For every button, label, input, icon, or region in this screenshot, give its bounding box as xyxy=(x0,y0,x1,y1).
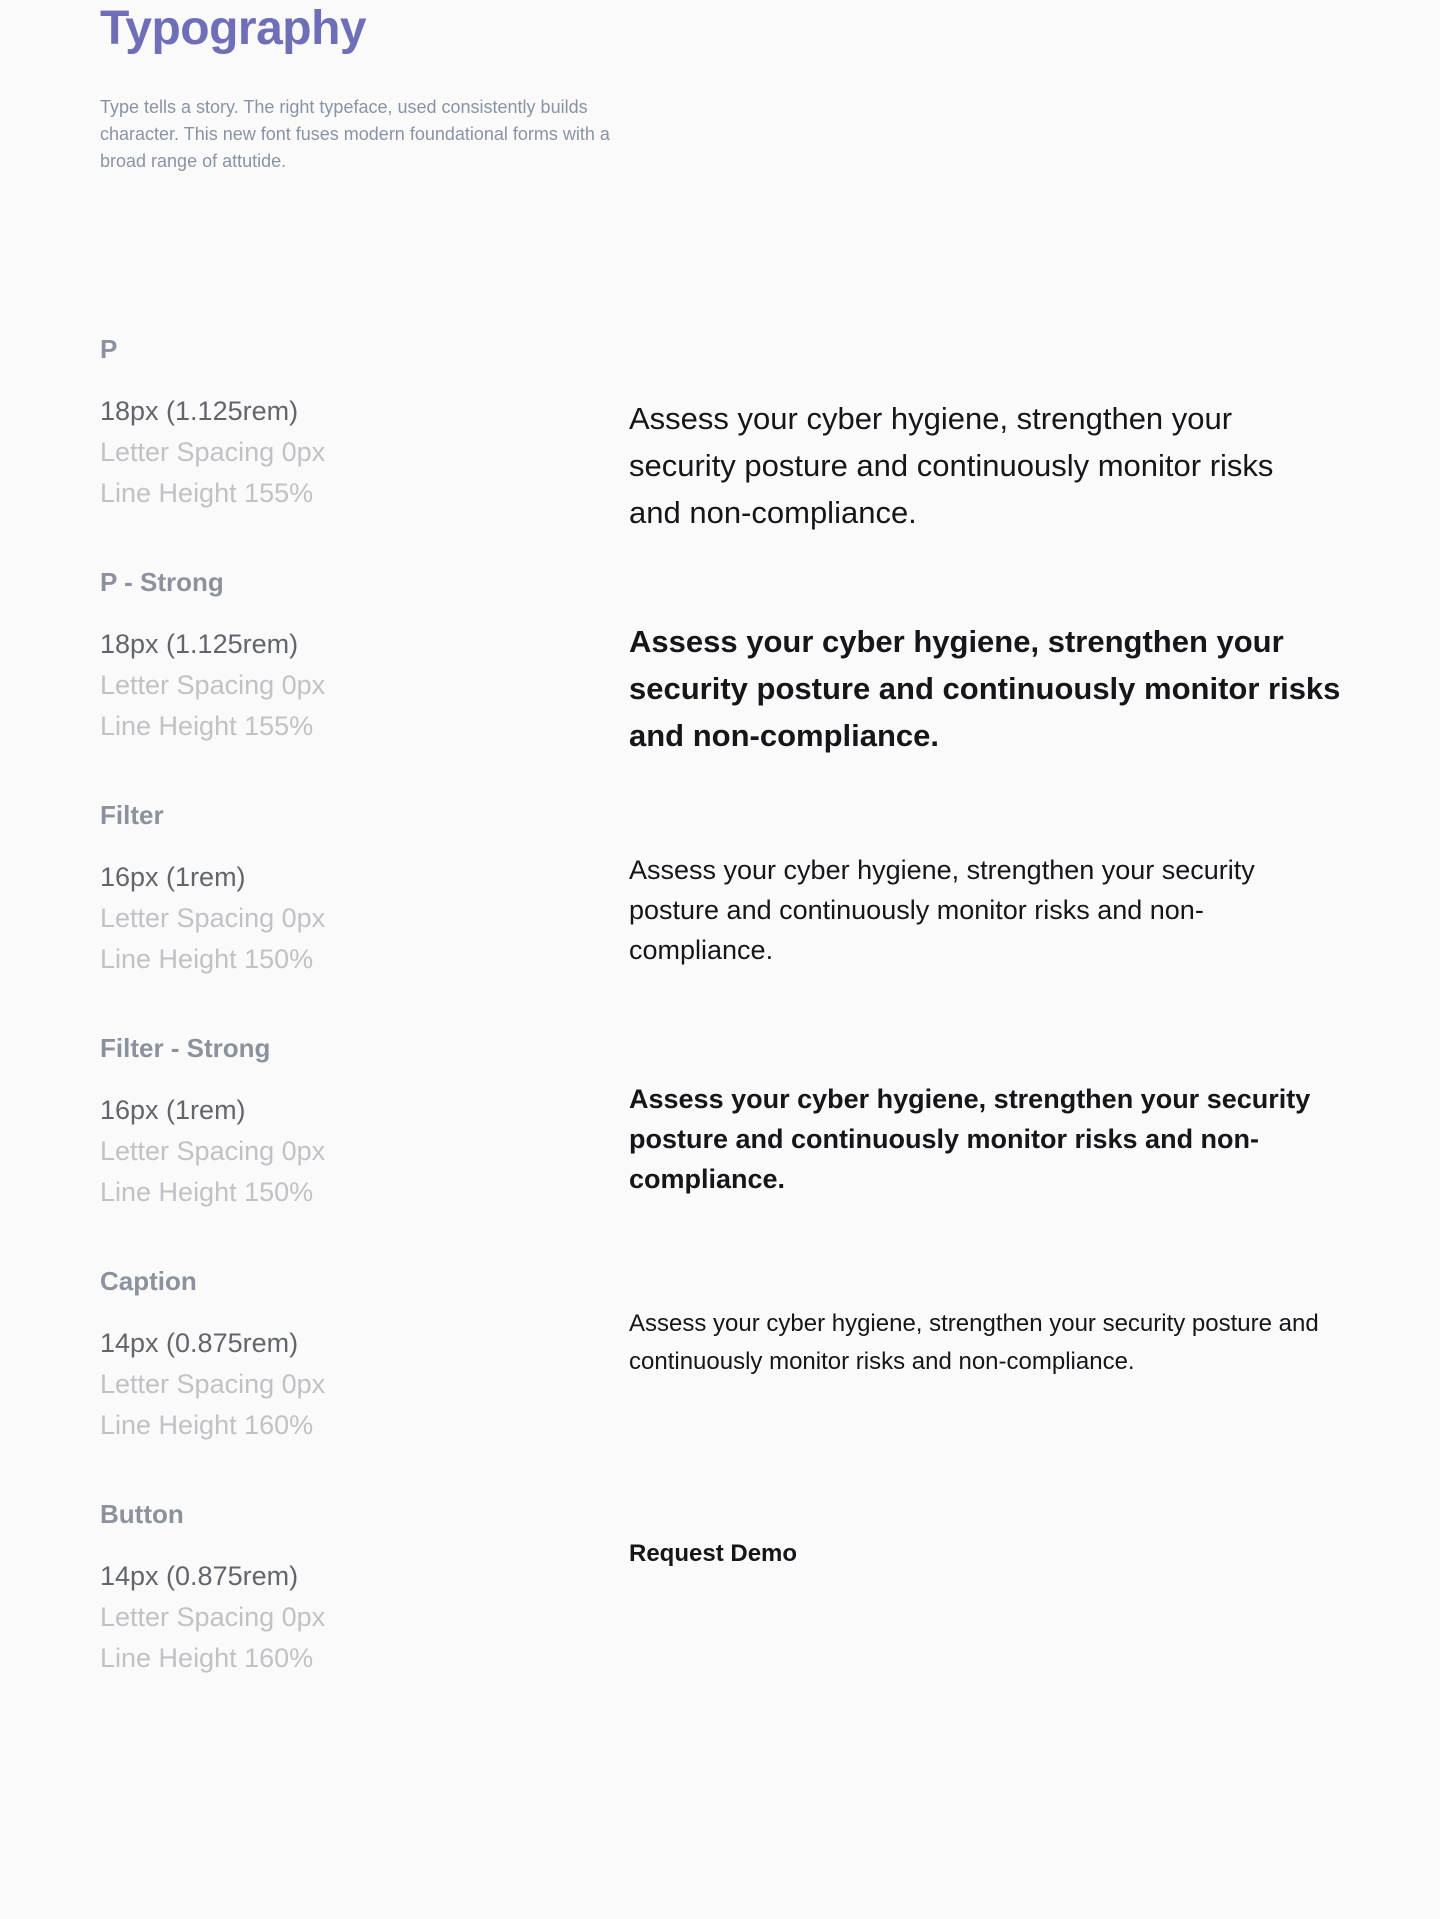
font-size-spec: 18px (1.125rem) xyxy=(100,396,299,426)
page-title: Typography xyxy=(100,2,367,55)
type-style-caption: Caption 14px (0.875rem) Letter Spacing 0… xyxy=(0,1265,1440,1475)
type-style-filter-strong: Filter - Strong 16px (1rem) Letter Spaci… xyxy=(0,1032,1440,1242)
request-demo-sample: Request Demo xyxy=(629,1540,798,1567)
sample-text: Assess your cyber hygiene, strengthen yo… xyxy=(629,855,1255,965)
type-style-p: P 18px (1.125rem) Letter Spacing 0px Lin… xyxy=(0,333,1440,543)
style-name: Filter xyxy=(100,800,164,830)
type-style-button: Button 14px (0.875rem) Letter Spacing 0p… xyxy=(0,1498,1440,1708)
letter-spacing-spec: Letter Spacing 0px xyxy=(100,1602,326,1632)
line-height-spec: Line Height 160% xyxy=(100,1410,314,1440)
font-size-spec: 16px (1rem) xyxy=(100,862,246,892)
line-height-spec: Line Height 160% xyxy=(100,1643,314,1673)
sample-text: Assess your cyber hygiene, strengthen yo… xyxy=(629,1084,1311,1194)
type-style-p-strong: P - Strong 18px (1.125rem) Letter Spacin… xyxy=(0,566,1440,776)
style-name: Filter - Strong xyxy=(100,1033,271,1063)
letter-spacing-spec: Letter Spacing 0px xyxy=(100,670,326,700)
font-size-spec: 16px (1rem) xyxy=(100,1095,246,1125)
line-height-spec: Line Height 150% xyxy=(100,944,314,974)
sample-text: Assess your cyber hygiene, strengthen yo… xyxy=(629,624,1341,753)
style-name: Button xyxy=(100,1499,184,1529)
style-name: P xyxy=(100,334,118,364)
line-height-spec: Line Height 155% xyxy=(100,711,314,741)
font-size-spec: 18px (1.125rem) xyxy=(100,629,299,659)
font-size-spec: 14px (0.875rem) xyxy=(100,1561,299,1591)
line-height-spec: Line Height 155% xyxy=(100,478,314,508)
letter-spacing-spec: Letter Spacing 0px xyxy=(100,1369,326,1399)
line-height-spec: Line Height 150% xyxy=(100,1177,314,1207)
sample-text: Assess your cyber hygiene, strengthen yo… xyxy=(629,1310,1319,1375)
letter-spacing-spec: Letter Spacing 0px xyxy=(100,1136,326,1166)
page-description: Type tells a story. The right typeface, … xyxy=(100,97,610,171)
letter-spacing-spec: Letter Spacing 0px xyxy=(100,903,326,933)
font-size-spec: 14px (0.875rem) xyxy=(100,1328,299,1358)
type-style-filter: Filter 16px (1rem) Letter Spacing 0px Li… xyxy=(0,799,1440,1009)
sample-text: Assess your cyber hygiene, strengthen yo… xyxy=(629,401,1274,530)
style-name: P - Strong xyxy=(100,567,224,597)
letter-spacing-spec: Letter Spacing 0px xyxy=(100,437,326,467)
style-name: Caption xyxy=(100,1266,197,1296)
